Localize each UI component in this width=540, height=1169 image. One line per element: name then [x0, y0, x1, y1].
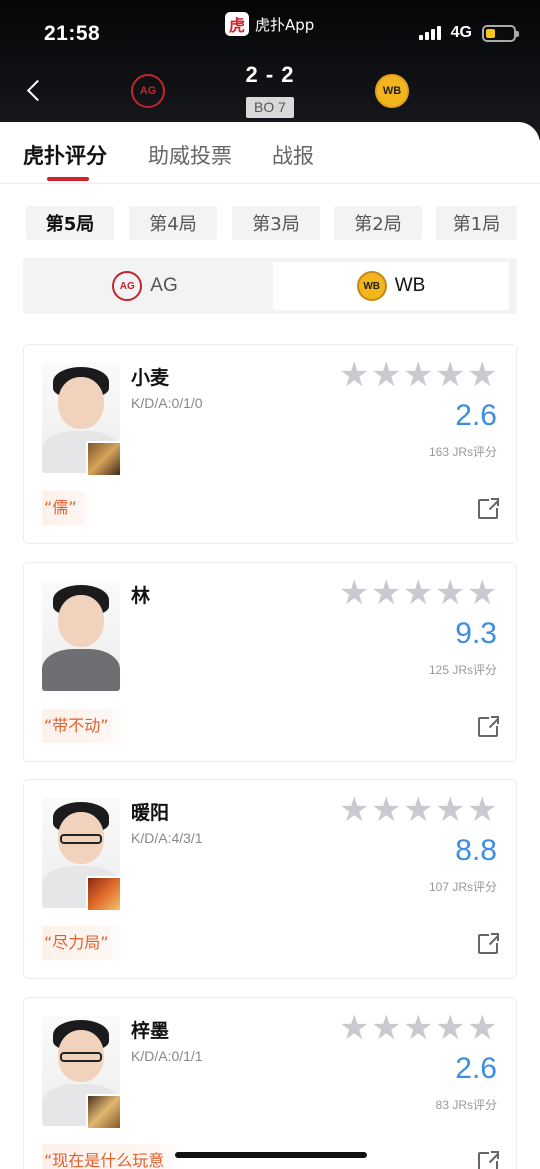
- signal-icon: [418, 26, 441, 40]
- player-score: 9.3: [455, 617, 497, 650]
- vote-count: 107 JRs评分: [428, 880, 497, 894]
- game-selector: 第5局 第4局 第3局 第2局 第1局: [26, 206, 517, 240]
- tab-cheer-vote[interactable]: 助威投票: [148, 140, 232, 170]
- share-icon[interactable]: [478, 716, 499, 737]
- share-icon[interactable]: [478, 498, 499, 519]
- team-wb-logo[interactable]: WB: [375, 74, 409, 108]
- status-time: 21:58: [44, 22, 101, 45]
- team-option-wb[interactable]: WB WB: [273, 262, 509, 310]
- star-icon[interactable]: ★: [403, 358, 433, 392]
- player-card[interactable]: 小麦 K/D/A:0/1/0 ★ ★ ★ ★ ★ 2.6 163 JRs评分 “儒”: [23, 344, 517, 544]
- star-icon[interactable]: ★: [467, 793, 497, 827]
- player-comment-tag[interactable]: “带不动”: [42, 709, 123, 743]
- star-icon[interactable]: ★: [435, 793, 465, 827]
- star-icon[interactable]: ★: [403, 793, 433, 827]
- player-name: 梓墨: [131, 1020, 170, 1042]
- tab-active-indicator: [47, 177, 89, 181]
- player-kda: K/D/A:4/3/1: [131, 830, 203, 846]
- share-icon[interactable]: [478, 1151, 499, 1169]
- rating-stars[interactable]: ★ ★ ★ ★ ★: [339, 1011, 497, 1045]
- game-button-5[interactable]: 第5局: [26, 206, 114, 240]
- star-icon[interactable]: ★: [403, 576, 433, 610]
- star-icon[interactable]: ★: [371, 576, 401, 610]
- home-indicator[interactable]: [175, 1152, 367, 1158]
- player-name: 小麦: [131, 367, 170, 389]
- tab-bar: 虎扑评分 助威投票 战报: [0, 122, 540, 184]
- team-option-ag[interactable]: AG AG: [27, 262, 263, 310]
- game-button-4[interactable]: 第4局: [129, 206, 217, 240]
- star-icon[interactable]: ★: [435, 1011, 465, 1045]
- player-card[interactable]: 林 ★ ★ ★ ★ ★ 9.3 125 JRs评分 “带不动”: [23, 562, 517, 762]
- match-header: 21:58 虎 虎扑App 4G AG 2 - 2 BO 7 WB: [0, 0, 540, 140]
- star-icon[interactable]: ★: [467, 358, 497, 392]
- app-name: 虎扑App: [255, 15, 315, 34]
- match-score: 2 - 2: [245, 62, 295, 87]
- star-icon[interactable]: ★: [371, 793, 401, 827]
- hupu-logo-icon: 虎: [225, 12, 249, 36]
- game-button-2[interactable]: 第2局: [334, 206, 422, 240]
- rating-stars[interactable]: ★ ★ ★ ★ ★: [339, 358, 497, 392]
- tab-hupu-rating[interactable]: 虎扑评分: [23, 140, 107, 170]
- tab-match-report[interactable]: 战报: [272, 140, 314, 170]
- hero-avatar: [86, 876, 122, 912]
- star-icon[interactable]: ★: [435, 358, 465, 392]
- star-icon[interactable]: ★: [371, 358, 401, 392]
- player-comment-tag[interactable]: “尽力局”: [42, 926, 123, 960]
- game-button-3[interactable]: 第3局: [232, 206, 320, 240]
- star-icon[interactable]: ★: [339, 576, 369, 610]
- player-avatar: [42, 581, 120, 691]
- player-name: 暖阳: [131, 802, 170, 824]
- app-indicator[interactable]: 虎 虎扑App: [225, 12, 314, 36]
- star-icon[interactable]: ★: [403, 1011, 433, 1045]
- player-kda: K/D/A:0/1/0: [131, 395, 203, 411]
- team-option-label: AG: [150, 275, 178, 296]
- hero-avatar: [86, 441, 122, 477]
- game-button-1[interactable]: 第1局: [436, 206, 517, 240]
- network-type: 4G: [450, 24, 472, 41]
- wb-logo-icon: WB: [356, 271, 387, 301]
- vote-count: 125 JRs评分: [428, 663, 497, 677]
- star-icon[interactable]: ★: [339, 1011, 369, 1045]
- star-icon[interactable]: ★: [339, 793, 369, 827]
- player-card[interactable]: 梓墨 K/D/A:0/1/1 ★ ★ ★ ★ ★ 2.6 83 JRs评分 “现在是什么…: [23, 997, 517, 1169]
- status-indicators: 4G: [418, 24, 519, 42]
- player-comment-tag[interactable]: “现在是什么玩意: [42, 1144, 179, 1169]
- team-switch: AG AG WB WB: [23, 258, 517, 314]
- player-score: 8.8: [455, 834, 497, 867]
- vote-count: 83 JRs评分: [435, 1098, 497, 1112]
- player-card[interactable]: 暖阳 K/D/A:4/3/1 ★ ★ ★ ★ ★ 8.8 107 JRs评分 “尽力局”: [23, 779, 517, 979]
- battery-icon: [482, 24, 519, 42]
- player-score: 2.6: [455, 399, 497, 432]
- star-icon[interactable]: ★: [435, 576, 465, 610]
- player-name: 林: [131, 585, 151, 607]
- player-kda: K/D/A:0/1/1: [131, 1048, 203, 1064]
- vote-count: 163 JRs评分: [428, 445, 497, 459]
- share-icon[interactable]: [478, 933, 499, 954]
- hero-avatar: [86, 1094, 122, 1130]
- star-icon[interactable]: ★: [467, 576, 497, 610]
- player-comment-tag[interactable]: “儒”: [42, 491, 91, 525]
- player-score: 2.6: [455, 1052, 497, 1085]
- match-format-badge: BO 7: [246, 97, 294, 118]
- team-option-label: WB: [394, 275, 426, 296]
- ag-logo-icon: AG: [112, 271, 143, 301]
- rating-stars[interactable]: ★ ★ ★ ★ ★: [339, 793, 497, 827]
- star-icon[interactable]: ★: [467, 1011, 497, 1045]
- star-icon[interactable]: ★: [371, 1011, 401, 1045]
- star-icon[interactable]: ★: [339, 358, 369, 392]
- rating-stars[interactable]: ★ ★ ★ ★ ★: [339, 576, 497, 610]
